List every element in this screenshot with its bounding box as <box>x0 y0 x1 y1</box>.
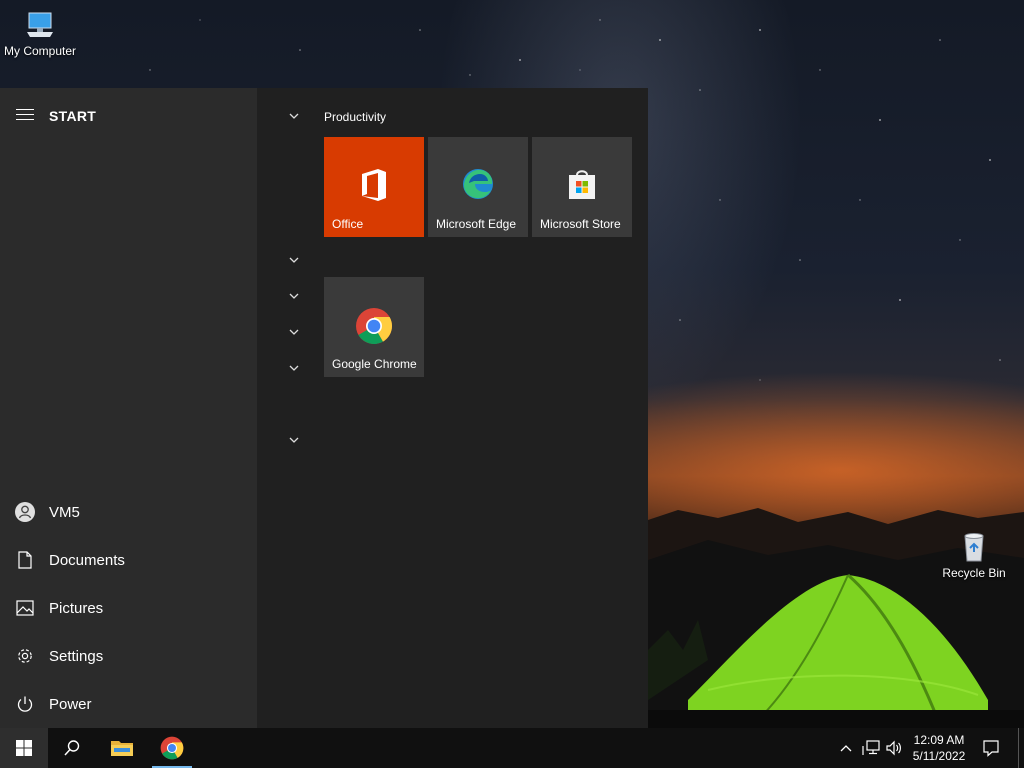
tile-label: Google Chrome <box>332 357 417 371</box>
start-item-settings[interactable]: Settings <box>0 634 257 678</box>
start-item-documents[interactable]: Documents <box>0 538 257 582</box>
chevron-up-icon <box>840 745 852 752</box>
start-item-power[interactable]: Power <box>0 682 257 726</box>
start-item-label: Power <box>49 695 92 713</box>
show-desktop-button[interactable] <box>1018 728 1019 768</box>
gear-icon <box>14 645 36 667</box>
tile-google-chrome[interactable]: Google Chrome <box>324 277 424 377</box>
document-icon <box>14 549 36 571</box>
clock-date: 5/11/2022 <box>912 749 966 763</box>
chrome-icon <box>356 308 392 345</box>
taskbar-google-chrome[interactable] <box>148 728 196 768</box>
start-item-user[interactable]: VM5 <box>0 490 257 534</box>
chrome-icon <box>160 736 184 760</box>
tile-label: Microsoft Store <box>540 217 621 231</box>
office-icon <box>362 169 386 201</box>
action-center-button[interactable] <box>981 738 1001 758</box>
tile-group-title: Productivity <box>324 110 387 124</box>
start-header: START <box>0 102 257 130</box>
tile-label: Microsoft Edge <box>436 217 517 231</box>
chevron-down-icon[interactable] <box>287 325 301 339</box>
edge-icon <box>463 169 493 199</box>
start-button[interactable] <box>0 728 48 768</box>
network-button[interactable] <box>861 738 881 758</box>
computer-icon <box>27 12 53 37</box>
volume-button[interactable] <box>884 738 904 758</box>
desktop-icon-recycle-bin[interactable]: Recycle Bin <box>934 530 1014 580</box>
chevron-down-icon[interactable] <box>287 253 301 267</box>
start-left-pane: START VM5 Documents Pictures Settings Po… <box>0 88 257 728</box>
desktop-icon-my-computer[interactable]: My Computer <box>0 8 80 58</box>
power-icon <box>14 693 36 715</box>
network-icon <box>862 740 880 755</box>
start-item-pictures[interactable]: Pictures <box>0 586 257 630</box>
start-title: START <box>49 108 97 124</box>
start-item-label: VM5 <box>49 503 80 521</box>
desktop-icon-label: My Computer <box>3 44 77 58</box>
notification-icon <box>983 740 999 757</box>
recycle-bin-icon <box>964 533 984 562</box>
taskbar-file-explorer[interactable] <box>98 728 146 768</box>
tile-label: Office <box>332 217 364 231</box>
tile-microsoft-edge[interactable]: Microsoft Edge <box>428 137 528 237</box>
clock-time: 12:09 AM <box>913 733 965 747</box>
start-menu: START VM5 Documents Pictures Settings Po… <box>0 88 648 728</box>
user-icon <box>14 501 36 523</box>
start-item-label: Settings <box>49 647 104 665</box>
volume-icon <box>886 740 901 756</box>
store-icon <box>569 170 595 199</box>
hamburger-menu-icon[interactable] <box>16 109 34 123</box>
search-icon <box>64 740 80 756</box>
chevron-down-icon[interactable] <box>287 361 301 375</box>
pictures-icon <box>14 597 36 619</box>
chevron-down-icon[interactable] <box>287 109 301 123</box>
start-item-label: Pictures <box>49 599 104 617</box>
windows-icon <box>16 740 32 756</box>
folder-icon <box>111 741 133 756</box>
tile-microsoft-store[interactable]: Microsoft Store <box>532 137 632 237</box>
tile-office[interactable]: Office <box>324 137 424 237</box>
taskbar-clock[interactable]: 12:09 AM 5/11/2022 <box>908 732 970 764</box>
taskbar-search-button[interactable] <box>48 728 96 768</box>
start-item-label: Documents <box>49 551 125 569</box>
chevron-down-icon[interactable] <box>287 433 301 447</box>
chevron-down-icon[interactable] <box>287 289 301 303</box>
show-hidden-icons-button[interactable] <box>836 738 856 758</box>
desktop-icon-label: Recycle Bin <box>942 566 1006 580</box>
taskbar: 12:09 AM 5/11/2022 <box>0 728 1024 768</box>
